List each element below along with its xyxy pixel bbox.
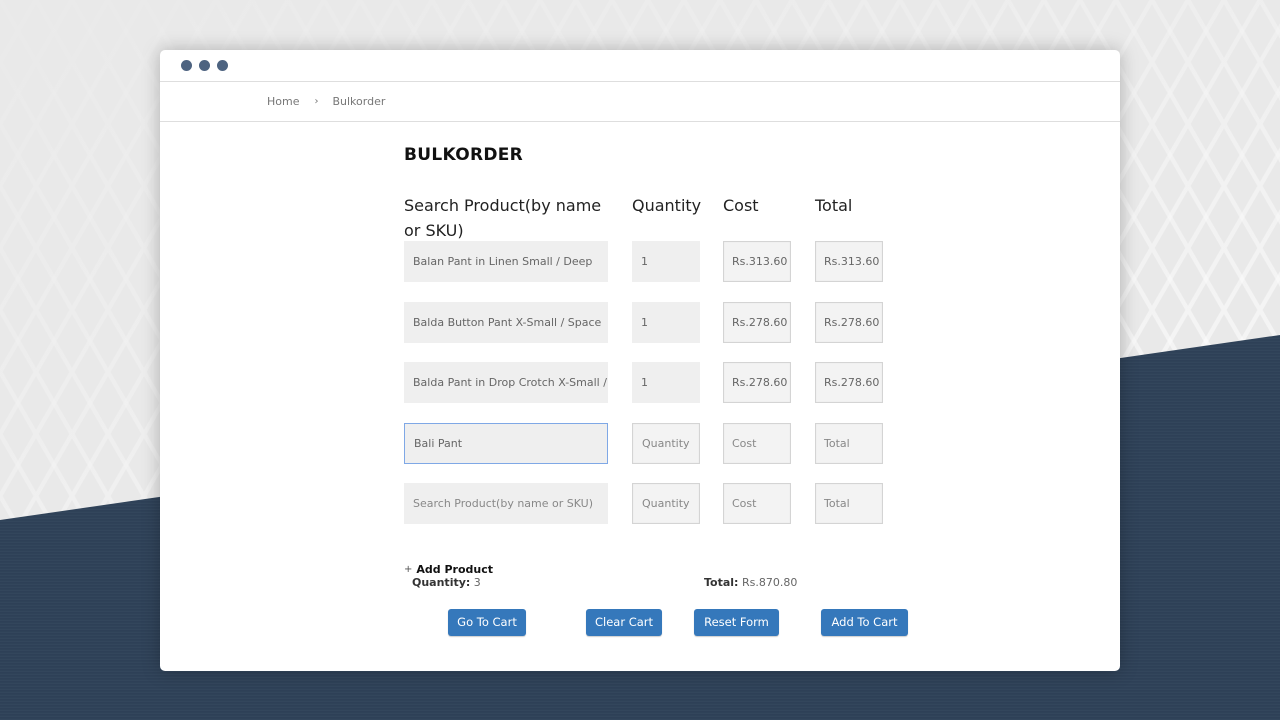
quantity-input[interactable]: Quantity [632,483,700,524]
total-field: Rs.313.60 [815,241,883,282]
summary-total-label: Total: [704,576,738,589]
summary-total-value: Rs.870.80 [742,576,797,589]
quantity-input[interactable]: 1 [632,241,700,282]
cost-field: Rs.278.60 [723,302,791,343]
quantity-input[interactable]: Quantity [632,423,700,464]
product-search-input[interactable]: Bali Pant [404,423,608,464]
product-search-input[interactable]: Balan Pant in Linen Small / Deep [404,241,608,282]
reset-form-button[interactable]: Reset Form [694,609,779,636]
product-search-input[interactable]: Search Product(by name or SKU) [404,483,608,524]
product-search-input[interactable]: Balda Button Pant X-Small / Space [404,302,608,343]
page-title: BULKORDER [404,145,924,165]
window-dot-icon [199,60,210,71]
summary-quantity-value: 3 [474,576,481,589]
product-row: Balda Button Pant X-Small / Space 1 Rs.2… [404,302,924,363]
cost-field: Rs.278.60 [723,362,791,403]
window-dot-icon [181,60,192,71]
summary-quantity: Quantity: 3 [412,576,481,589]
browser-window: Home › Bulkorder BULKORDER Search Produc… [160,50,1120,671]
plus-icon: + [404,564,412,575]
column-headers: Search Product(by name or SKU) Quantity … [404,193,924,241]
bulkorder-form: BULKORDER Search Product(by name or SKU)… [404,145,924,639]
product-row: Bali Pant Quantity Cost Total [404,423,924,484]
column-header-search: Search Product(by name or SKU) [404,193,619,243]
order-summary: Quantity: 3 Total: Rs.870.80 [404,576,924,592]
column-header-quantity: Quantity [632,193,701,218]
product-row: Balda Pant in Drop Crotch X-Small / 1 Rs… [404,362,924,423]
cost-field: Rs.313.60 [723,241,791,282]
clear-cart-button[interactable]: Clear Cart [586,609,662,636]
breadcrumb-separator-icon: › [314,96,318,107]
column-header-total: Total [815,193,852,218]
cost-field: Cost [723,423,791,464]
window-titlebar [160,50,1120,82]
quantity-input[interactable]: 1 [632,302,700,343]
column-header-cost: Cost [723,193,759,218]
product-row: Balan Pant in Linen Small / Deep 1 Rs.31… [404,241,924,302]
total-field: Rs.278.60 [815,302,883,343]
summary-quantity-label: Quantity: [412,576,470,589]
total-field: Total [815,423,883,464]
product-rows: Balan Pant in Linen Small / Deep 1 Rs.31… [404,241,924,544]
breadcrumb: Home › Bulkorder [160,82,1120,122]
summary-total: Total: Rs.870.80 [704,576,797,589]
action-buttons: Go To Cart Clear Cart Reset Form Add To … [404,609,924,639]
product-search-input[interactable]: Balda Pant in Drop Crotch X-Small / [404,362,608,403]
product-row: Search Product(by name or SKU) Quantity … [404,483,924,544]
cost-field: Cost [723,483,791,524]
quantity-input[interactable]: 1 [632,362,700,403]
go-to-cart-button[interactable]: Go To Cart [448,609,526,636]
total-field: Total [815,483,883,524]
window-dot-icon [217,60,228,71]
add-product-label: Add Product [416,563,493,576]
breadcrumb-home-link[interactable]: Home [267,95,299,108]
add-product-link[interactable]: + Add Product [404,563,924,576]
add-to-cart-button[interactable]: Add To Cart [821,609,908,636]
breadcrumb-current: Bulkorder [332,95,385,108]
total-field: Rs.278.60 [815,362,883,403]
